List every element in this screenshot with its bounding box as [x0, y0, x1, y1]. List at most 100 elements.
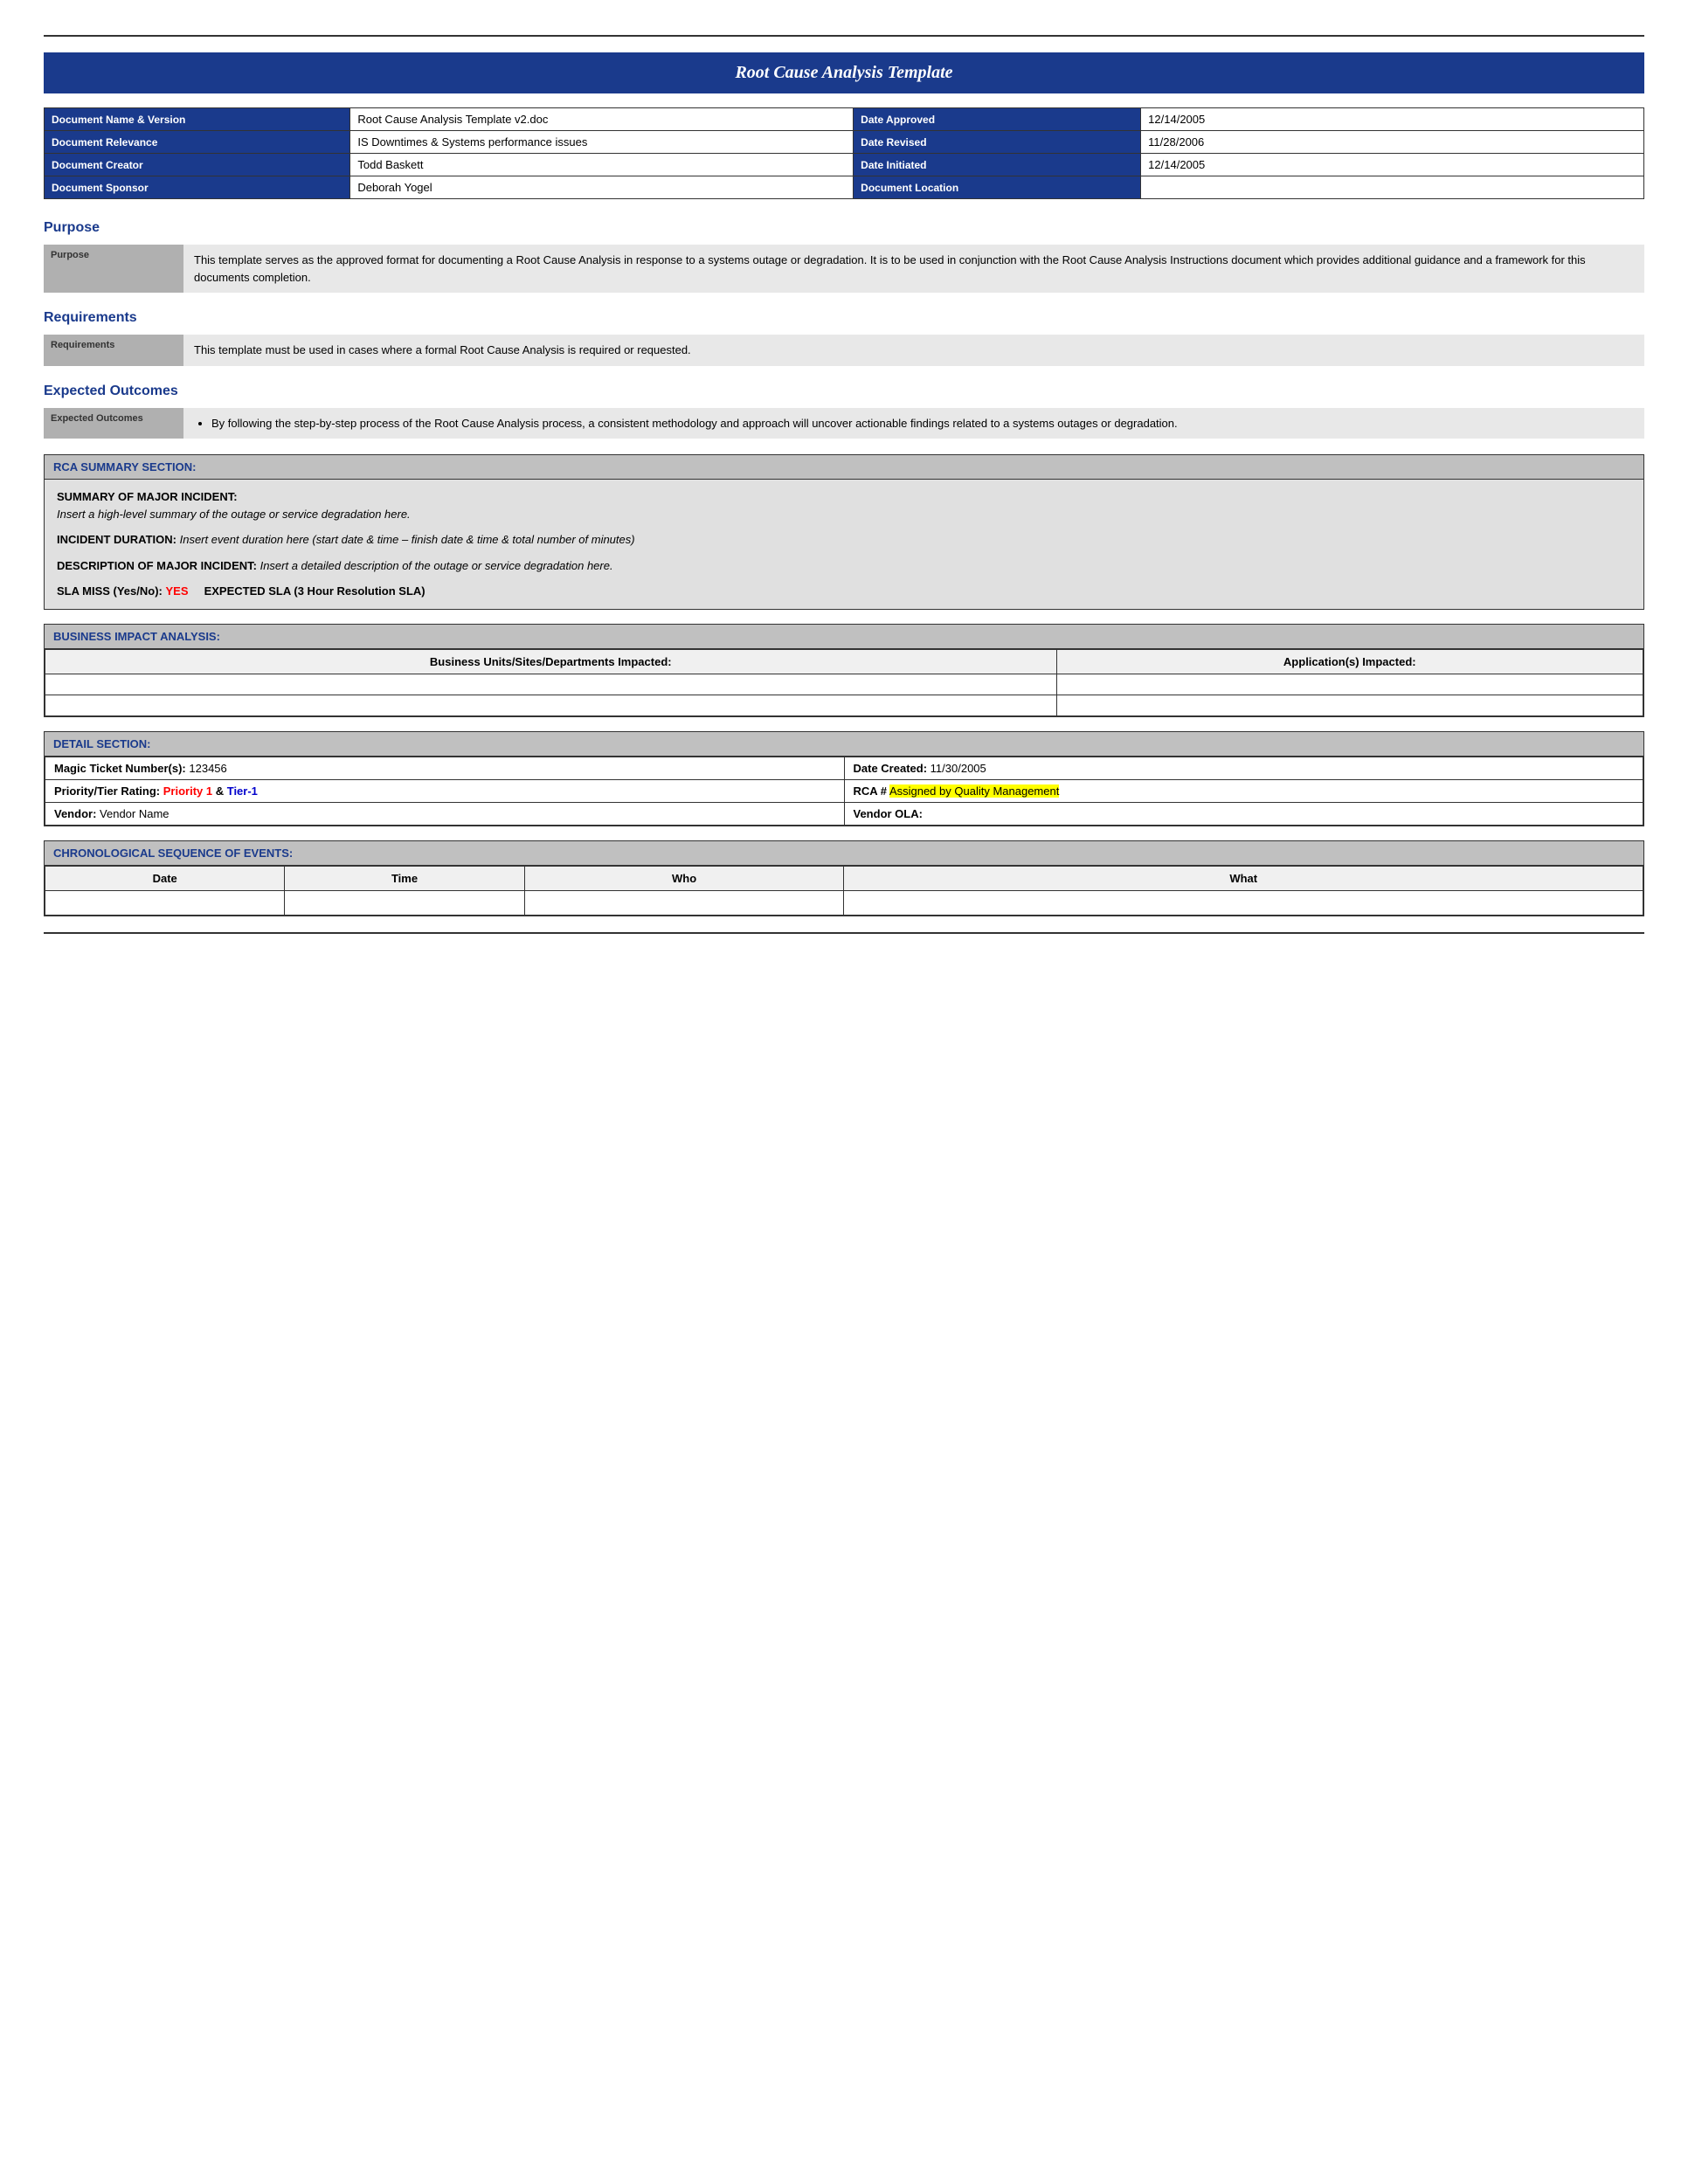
incident-duration-label: INCIDENT DURATION:: [57, 533, 176, 546]
business-units-col-header: Business Units/Sites/Departments Impacte…: [45, 649, 1057, 674]
chrono-header-row: Date Time Who What: [45, 866, 1643, 890]
vendor-cell: Vendor: Vendor Name: [45, 802, 845, 825]
info-value-date-initiated: 12/14/2005: [1141, 154, 1644, 176]
chrono-time-value: [285, 890, 524, 915]
expected-outcomes-row: Expected Outcomes By following the step-…: [44, 408, 1644, 439]
expected-outcomes-heading: Expected Outcomes: [44, 384, 1644, 399]
info-value-sponsor: Deborah Yogel: [350, 176, 854, 199]
info-row-4: Document Sponsor Deborah Yogel Document …: [45, 176, 1644, 199]
sla-yes-value: YES: [166, 584, 189, 598]
info-value-doc-location: [1141, 176, 1644, 199]
business-impact-data-row-2: [45, 695, 1643, 715]
date-created-cell: Date Created: 11/30/2005: [844, 757, 1643, 779]
business-impact-data-row-1: [45, 674, 1643, 695]
info-value-doc-name: Root Cause Analysis Template v2.doc: [350, 108, 854, 131]
business-impact-header: BUSINESS IMPACT ANALYSIS:: [45, 625, 1643, 649]
applications-value-1: [1056, 674, 1643, 695]
requirements-row: Requirements This template must be used …: [44, 335, 1644, 366]
chrono-who-value: [524, 890, 844, 915]
chrono-data-row: [45, 890, 1643, 915]
detail-row-1: Magic Ticket Number(s): 123456 Date Crea…: [45, 757, 1643, 779]
chrono-section: CHRONOLOGICAL SEQUENCE OF EVENTS: Date T…: [44, 840, 1644, 916]
rca-summary-header: RCA SUMMARY SECTION:: [45, 455, 1643, 480]
detail-section: DETAIL SECTION: Magic Ticket Number(s): …: [44, 731, 1644, 826]
rca-summary-body: SUMMARY OF MAJOR INCIDENT: Insert a high…: [45, 480, 1643, 609]
sla-miss-para: SLA MISS (Yes/No): YES EXPECTED SLA (3 H…: [57, 583, 1631, 600]
info-label-creator: Document Creator: [45, 154, 350, 176]
tier-value: Tier-1: [227, 784, 258, 798]
business-units-value-2: [45, 695, 1057, 715]
expected-outcomes-label-cell: Expected Outcomes: [44, 408, 183, 439]
chrono-col-date: Date: [45, 866, 285, 890]
info-label-date-initiated: Date Initiated: [854, 154, 1141, 176]
info-row-2: Document Relevance IS Downtimes & System…: [45, 131, 1644, 154]
purpose-heading: Purpose: [44, 220, 1644, 236]
summary-incident-label: SUMMARY OF MAJOR INCIDENT:: [57, 490, 238, 503]
priority-tier-label: Priority/Tier Rating:: [54, 784, 160, 798]
date-created-label: Date Created:: [854, 762, 928, 775]
info-label-relevance: Document Relevance: [45, 131, 350, 154]
chrono-date-value: [45, 890, 285, 915]
chrono-section-header: CHRONOLOGICAL SEQUENCE OF EVENTS:: [45, 841, 1643, 866]
applications-col-header: Application(s) Impacted:: [1056, 649, 1643, 674]
sla-miss-label: SLA MISS (Yes/No):: [57, 584, 163, 598]
magic-ticket-value: 123456: [189, 762, 226, 775]
description-major-label: DESCRIPTION OF MAJOR INCIDENT:: [57, 559, 257, 572]
detail-row-3: Vendor: Vendor Name Vendor OLA:: [45, 802, 1643, 825]
info-value-relevance: IS Downtimes & Systems performance issue…: [350, 131, 854, 154]
business-impact-header-row: Business Units/Sites/Departments Impacte…: [45, 649, 1643, 674]
date-created-value: 11/30/2005: [930, 762, 986, 775]
priority-tier-cell: Priority/Tier Rating: Priority 1 & Tier-…: [45, 779, 845, 802]
magic-ticket-cell: Magic Ticket Number(s): 123456: [45, 757, 845, 779]
purpose-row: Purpose This template serves as the appr…: [44, 245, 1644, 293]
magic-ticket-label: Magic Ticket Number(s):: [54, 762, 186, 775]
info-label-doc-location: Document Location: [854, 176, 1141, 199]
duration-value: Insert event duration here (start date &…: [180, 533, 635, 546]
chrono-col-what: What: [844, 866, 1643, 890]
expected-outcomes-bullet: By following the step-by-step process of…: [211, 415, 1634, 432]
top-rule: [44, 35, 1644, 37]
amp-text: &: [216, 784, 227, 798]
purpose-label-cell: Purpose: [44, 245, 183, 293]
chrono-col-time: Time: [285, 866, 524, 890]
priority-value: Priority 1: [163, 784, 212, 798]
info-row-1: Document Name & Version Root Cause Analy…: [45, 108, 1644, 131]
chrono-col-who: Who: [524, 866, 844, 890]
info-value-date-approved: 12/14/2005: [1141, 108, 1644, 131]
expected-outcomes-text-cell: By following the step-by-step process of…: [183, 408, 1644, 439]
vendor-ola-cell: Vendor OLA:: [844, 802, 1643, 825]
business-units-value-1: [45, 674, 1057, 695]
purpose-text-cell: This template serves as the approved for…: [183, 245, 1644, 293]
chrono-table: Date Time Who What: [45, 866, 1643, 916]
info-label-date-revised: Date Revised: [854, 131, 1141, 154]
title-bar: Root Cause Analysis Template: [44, 52, 1644, 93]
chrono-what-value: [844, 890, 1643, 915]
vendor-label: Vendor:: [54, 807, 96, 820]
business-impact-section: BUSINESS IMPACT ANALYSIS: Business Units…: [44, 624, 1644, 717]
rca-number-label: RCA #: [854, 784, 888, 798]
applications-value-2: [1056, 695, 1643, 715]
info-table: Document Name & Version Root Cause Analy…: [44, 107, 1644, 199]
detail-row-2: Priority/Tier Rating: Priority 1 & Tier-…: [45, 779, 1643, 802]
detail-table: Magic Ticket Number(s): 123456 Date Crea…: [45, 757, 1643, 826]
requirements-heading: Requirements: [44, 310, 1644, 326]
info-row-3: Document Creator Todd Baskett Date Initi…: [45, 154, 1644, 176]
rca-summary-section: RCA SUMMARY SECTION: SUMMARY OF MAJOR IN…: [44, 454, 1644, 610]
summary-incident-para: SUMMARY OF MAJOR INCIDENT: Insert a high…: [57, 488, 1631, 522]
vendor-value: Vendor Name: [100, 807, 169, 820]
rca-number-cell: RCA # Assigned by Quality Management: [844, 779, 1643, 802]
requirements-label-cell: Requirements: [44, 335, 183, 366]
bottom-rule: [44, 932, 1644, 934]
business-impact-table: Business Units/Sites/Departments Impacte…: [45, 649, 1643, 716]
expected-outcomes-list: By following the step-by-step process of…: [194, 415, 1634, 432]
info-value-date-revised: 11/28/2006: [1141, 131, 1644, 154]
detail-section-header: DETAIL SECTION:: [45, 732, 1643, 757]
info-label-sponsor: Document Sponsor: [45, 176, 350, 199]
description-major-text: Insert a detailed description of the out…: [260, 559, 613, 572]
info-label-doc-name: Document Name & Version: [45, 108, 350, 131]
rca-assigned-text: Assigned by Quality Management: [889, 784, 1059, 798]
info-value-creator: Todd Baskett: [350, 154, 854, 176]
info-label-date-approved: Date Approved: [854, 108, 1141, 131]
sla-expected-label: EXPECTED SLA (3 Hour Resolution SLA): [204, 584, 425, 598]
requirements-text-cell: This template must be used in cases wher…: [183, 335, 1644, 366]
